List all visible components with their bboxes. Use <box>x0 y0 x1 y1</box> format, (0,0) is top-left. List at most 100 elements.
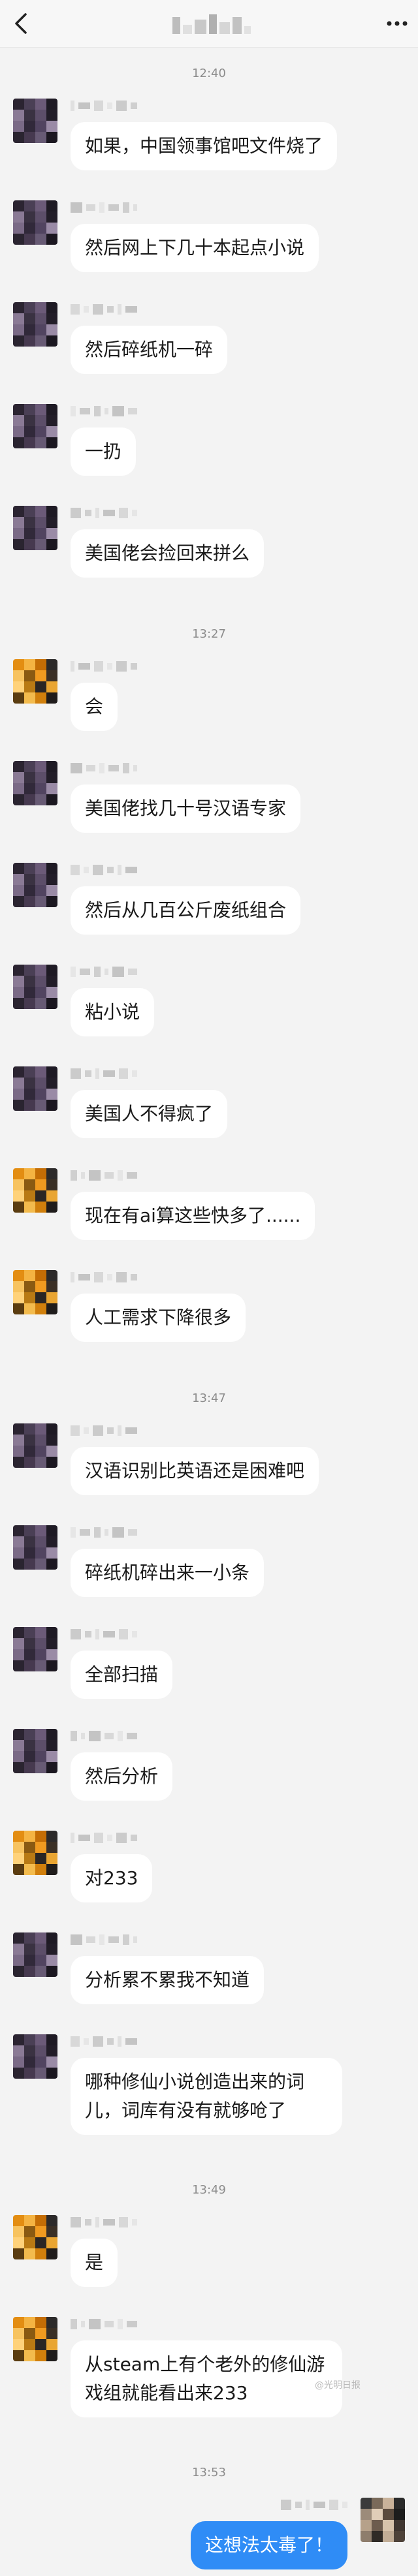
avatar[interactable] <box>13 506 57 550</box>
message-bubble[interactable]: 人工需求下降很多 <box>71 1294 246 1342</box>
avatar[interactable] <box>13 863 57 907</box>
message-incoming: 一扔 <box>0 404 418 477</box>
avatar-mosaic <box>13 863 57 907</box>
message-bubble[interactable]: 现在有ai算这些快多了...... <box>71 1192 315 1240</box>
sender-name-obscured <box>71 1168 137 1183</box>
avatar-mosaic <box>13 965 57 1009</box>
message-bubble[interactable]: 全部扫描 <box>71 1651 173 1699</box>
message-incoming: 然后分析 <box>0 1729 418 1802</box>
message-bubble[interactable]: 是 <box>71 2239 118 2287</box>
message-incoming: 美国佬会捡回来拼么 <box>0 506 418 579</box>
sender-name-obscured <box>71 302 137 317</box>
avatar-mosaic <box>361 2498 405 2542</box>
avatar-mosaic <box>13 1729 57 1773</box>
avatar[interactable] <box>13 1525 57 1570</box>
sender-name-obscured <box>71 1932 137 1947</box>
message-incoming: 从steam上有个老外的修仙游戏组就能看出来233 <box>0 2317 418 2417</box>
message-incoming: 美国人不得疯了 <box>0 1066 418 1140</box>
message-bubble[interactable]: 一扔 <box>71 427 137 476</box>
message-bubble[interactable]: 如果，中国领事馆吧文件烧了 <box>71 122 338 170</box>
avatar-mosaic <box>13 659 57 704</box>
message-bubble[interactable]: 然后从几百公斤废纸组合 <box>71 886 301 935</box>
sender-name-obscured <box>71 1423 137 1438</box>
sender-name-obscured <box>71 863 137 877</box>
sender-name-obscured <box>71 2215 137 2229</box>
avatar[interactable] <box>13 1270 57 1314</box>
avatar-mosaic <box>13 1270 57 1314</box>
avatar[interactable] <box>361 2498 405 2542</box>
message-bubble[interactable]: 然后分析 <box>71 1752 173 1801</box>
message-bubble-outgoing[interactable]: 这想法太毒了！ <box>190 2521 347 2569</box>
message-incoming: 美国佬找几十号汉语专家 <box>0 761 418 834</box>
avatar[interactable] <box>13 99 57 143</box>
message-incoming: 然后网上下几十本起点小说 <box>0 200 418 273</box>
watermark: @光明日报 <box>315 2380 361 2391</box>
back-button[interactable] <box>9 12 33 35</box>
message-bubble[interactable]: 美国人不得疯了 <box>71 1090 228 1138</box>
message-incoming: 如果，中国领事馆吧文件烧了 <box>0 99 418 172</box>
message-bubble[interactable]: 分析累不累我不知道 <box>71 1956 265 2004</box>
avatar[interactable] <box>13 1066 57 1111</box>
message-bubble[interactable]: 粘小说 <box>71 988 155 1036</box>
message-incoming: 会 <box>0 659 418 732</box>
message-bubble[interactable]: 从steam上有个老外的修仙游戏组就能看出来233 <box>71 2340 342 2417</box>
message-bubble[interactable]: 会 <box>71 683 118 731</box>
avatar[interactable] <box>13 404 57 448</box>
avatar-mosaic <box>13 2215 57 2259</box>
message-bubble[interactable]: 对233 <box>71 1854 153 1902</box>
avatar-mosaic <box>13 1525 57 1570</box>
sender-name-obscured <box>71 1270 137 1284</box>
avatar[interactable] <box>13 2034 57 2079</box>
avatar[interactable] <box>13 302 57 347</box>
message-incoming: 哪种修仙小说创造出来的词儿，词库有没有就够呛了 <box>0 2034 418 2135</box>
avatar-mosaic <box>13 99 57 143</box>
message-incoming: 分析累不累我不知道 <box>0 1932 418 2006</box>
sender-name-obscured <box>71 200 137 215</box>
message-bubble[interactable]: 汉语识别比英语还是困难吧 <box>71 1447 319 1495</box>
more-button[interactable] <box>385 13 409 34</box>
avatar[interactable] <box>13 659 57 704</box>
avatar[interactable] <box>13 2215 57 2259</box>
avatar-mosaic <box>13 506 57 550</box>
message-incoming: 人工需求下降很多 <box>0 1270 418 1343</box>
chat-header <box>0 0 418 48</box>
avatar-mosaic <box>13 1168 57 1213</box>
sender-name-obscured <box>71 1525 137 1540</box>
message-bubble[interactable]: 然后网上下几十本起点小说 <box>71 224 319 272</box>
avatar[interactable] <box>13 2317 57 2361</box>
chat-title-obscured <box>172 14 251 34</box>
avatar[interactable] <box>13 1729 57 1773</box>
message-bubble[interactable]: 美国佬会捡回来拼么 <box>71 529 265 578</box>
avatar[interactable] <box>13 200 57 245</box>
avatar-mosaic <box>13 2317 57 2361</box>
avatar[interactable] <box>13 1831 57 1875</box>
avatar-mosaic <box>13 1066 57 1111</box>
sender-name-obscured <box>71 761 137 775</box>
message-incoming: 碎纸机碎出来一小条 <box>0 1525 418 1598</box>
avatar-mosaic <box>13 302 57 347</box>
avatar-mosaic <box>13 200 57 245</box>
message-feed[interactable]: 12:40 如果，中国领事馆吧文件烧了 然后网上下几十本起点小说 然后碎纸机一碎 一扔美… <box>0 47 418 2576</box>
message-bubble[interactable]: 然后碎纸机一碎 <box>71 326 228 374</box>
avatar[interactable] <box>13 1932 57 1977</box>
message-incoming: 是 <box>0 2215 418 2288</box>
sender-name-obscured <box>71 659 137 674</box>
sender-name-obscured <box>71 506 137 520</box>
avatar[interactable] <box>13 1168 57 1213</box>
avatar[interactable] <box>13 761 57 805</box>
message-incoming: 汉语识别比英语还是困难吧 <box>0 1423 418 1497</box>
timestamp: 13:47 <box>192 1391 226 1405</box>
avatar-mosaic <box>13 2034 57 2079</box>
sender-name-obscured <box>71 99 137 113</box>
avatar-mosaic <box>13 761 57 805</box>
timestamp: 13:53 <box>192 2466 226 2479</box>
message-bubble[interactable]: 哪种修仙小说创造出来的词儿，词库有没有就够呛了 <box>71 2058 342 2135</box>
message-bubble[interactable]: 美国佬找几十号汉语专家 <box>71 784 301 833</box>
avatar[interactable] <box>13 1627 57 1671</box>
message-incoming: 对233 <box>0 1831 418 1904</box>
timestamp: 13:27 <box>192 627 226 641</box>
avatar[interactable] <box>13 1423 57 1468</box>
message-bubble[interactable]: 碎纸机碎出来一小条 <box>71 1549 265 1597</box>
avatar[interactable] <box>13 965 57 1009</box>
avatar-mosaic <box>13 1423 57 1468</box>
